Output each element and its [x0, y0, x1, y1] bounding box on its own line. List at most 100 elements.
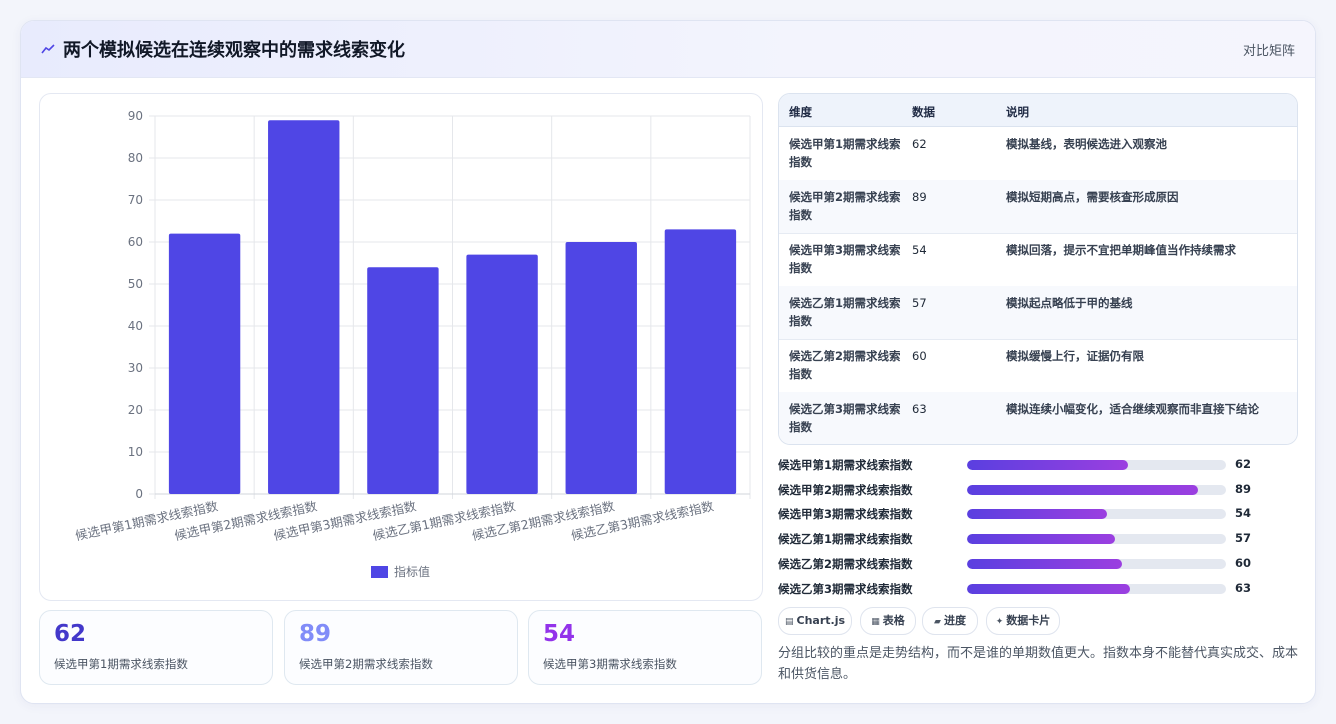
- main-card: 两个模拟候选在连续观察中的需求线索变化 对比矩阵 0 10 20 30 40 50 60 70…: [20, 20, 1316, 704]
- cell-description: 模拟短期高点，需要核查形成原因: [1006, 190, 1179, 204]
- stat-label: 候选甲第2期需求线索指数: [299, 657, 433, 671]
- stat-value: 89: [299, 621, 332, 647]
- sparkle-icon: ✦: [995, 617, 1004, 627]
- cell-description: 模拟连续小幅变化，适合继续观察而非直接下结论: [1006, 402, 1259, 416]
- y-tick-label: 50: [128, 277, 143, 291]
- legend-label: 指标值: [394, 564, 430, 579]
- column-header-description: 说明: [1006, 105, 1029, 119]
- y-tick-label: 90: [128, 109, 143, 123]
- table-row: 候选甲第1期需求线索指数 62 模拟基线，表明候选进入观察池: [779, 127, 1297, 181]
- progress-label: 候选乙第3期需求线索指数: [778, 582, 913, 596]
- progress-row: 候选甲第2期需求线索指数 89: [778, 480, 1298, 498]
- summary-note: 分组比较的重点是走势结构，而不是谁的单期数值更大。指数本身不能替代真实成交、成本…: [778, 646, 1299, 682]
- progress-fill: [967, 584, 1131, 594]
- y-tick-label: 30: [128, 361, 143, 375]
- progress-label: 候选乙第2期需求线索指数: [778, 557, 913, 571]
- y-tick-label: 10: [128, 445, 143, 459]
- cell-dimension: 候选乙第1期需求线索指数: [789, 296, 901, 328]
- cell-description: 模拟起点略低于甲的基线: [1006, 296, 1133, 310]
- progress-label: 候选甲第3期需求线索指数: [778, 507, 913, 521]
- bar: [168, 233, 241, 494]
- progress-track: [967, 509, 1226, 519]
- legend-swatch: [371, 566, 388, 578]
- progress-label: 候选甲第1期需求线索指数: [778, 458, 913, 472]
- chart-container: 0 10 20 30 40 50 60 70 80 90 候选甲第1期需求线索指数 候选甲第2期需求线…: [39, 93, 763, 601]
- cell-value: 63: [912, 402, 927, 416]
- table-row: 候选甲第2期需求线索指数 89 模拟短期高点，需要核查形成原因: [779, 180, 1297, 234]
- progress-row: 候选乙第1期需求线索指数 57: [778, 529, 1298, 547]
- bar: [664, 229, 737, 494]
- table-row: 候选乙第3期需求线索指数 63 模拟连续小幅变化，适合继续观察而非直接下结论: [779, 392, 1297, 444]
- view-tag: 对比矩阵: [1242, 44, 1295, 59]
- cell-value: 62: [912, 137, 927, 151]
- cell-dimension: 候选甲第3期需求线索指数: [789, 243, 901, 275]
- progress-track: [967, 460, 1226, 470]
- cell-value: 57: [912, 296, 927, 310]
- cell-dimension: 候选乙第3期需求线索指数: [789, 402, 901, 434]
- page-title: 两个模拟候选在连续观察中的需求线索变化: [63, 40, 405, 61]
- progress-icon: ▰: [934, 617, 941, 627]
- chip-progress[interactable]: ▰ 进度: [922, 607, 978, 635]
- progress-value: 62: [1235, 457, 1252, 471]
- data-table: 维度 数据 说明 候选甲第1期需求线索指数 62 模拟基线，表明候选进入观察池 …: [778, 93, 1298, 445]
- stat-value: 54: [543, 621, 576, 647]
- bar: [367, 267, 439, 494]
- stat-value: 62: [54, 621, 87, 647]
- progress-fill: [967, 509, 1107, 519]
- stat-card-3: 54 候选甲第3期需求线索指数: [528, 610, 762, 685]
- chip-table[interactable]: ▦ 表格: [860, 607, 916, 635]
- progress-track: [967, 485, 1226, 495]
- chip-data-cards[interactable]: ✦ 数据卡片: [986, 607, 1060, 635]
- table-icon: ▦: [871, 617, 880, 627]
- chip-chartjs[interactable]: ▤ Chart.js: [778, 607, 852, 635]
- card-header: 两个模拟候选在连续观察中的需求线索变化 对比矩阵: [21, 21, 1315, 78]
- chart-icon: ▤: [784, 617, 794, 627]
- bar-chart: 0102030405060708090候选甲第1期需求线索指数候选甲第2期需求线…: [74, 109, 751, 579]
- cell-description: 模拟缓慢上行，证据仍有限: [1006, 349, 1144, 363]
- bar: [268, 120, 340, 494]
- progress-row: 候选甲第1期需求线索指数 62: [778, 455, 1298, 473]
- table-header: 维度 数据 说明: [779, 94, 1297, 127]
- stat-label: 候选甲第1期需求线索指数: [54, 657, 188, 671]
- table-row: 候选乙第2期需求线索指数 60 模拟缓慢上行，证据仍有限: [779, 339, 1297, 393]
- progress-value: 89: [1235, 482, 1252, 496]
- progress-row: 候选乙第2期需求线索指数 60: [778, 554, 1298, 572]
- progress-fill: [967, 485, 1198, 495]
- progress-fill: [967, 559, 1123, 569]
- table-row: 候选甲第3期需求线索指数 54 模拟回落，提示不宜把单期峰值当作持续需求: [779, 233, 1297, 287]
- chip-label: 表格: [882, 614, 905, 627]
- cell-description: 模拟基线，表明候选进入观察池: [1006, 137, 1167, 151]
- progress-track: [967, 559, 1226, 569]
- progress-label: 候选甲第2期需求线索指数: [778, 483, 913, 497]
- trend-icon: [41, 44, 55, 54]
- progress-label: 候选乙第1期需求线索指数: [778, 532, 913, 546]
- progress-row: 候选乙第3期需求线索指数 63: [778, 579, 1298, 597]
- stat-label: 候选甲第3期需求线索指数: [543, 657, 677, 671]
- cell-value: 54: [912, 243, 927, 257]
- progress-value: 54: [1235, 506, 1252, 520]
- progress-fill: [967, 460, 1128, 470]
- progress-value: 57: [1235, 531, 1252, 545]
- chip-label: Chart.js: [796, 614, 846, 627]
- progress-value: 60: [1235, 556, 1252, 570]
- y-tick-label: 70: [128, 193, 143, 207]
- stat-card-2: 89 候选甲第2期需求线索指数: [284, 610, 518, 685]
- chip-label: 数据卡片: [1006, 614, 1051, 627]
- bar: [466, 254, 538, 494]
- y-tick-label: 40: [128, 319, 143, 333]
- stat-card-1: 62 候选甲第1期需求线索指数: [39, 610, 273, 685]
- cell-description: 模拟回落，提示不宜把单期峰值当作持续需求: [1006, 243, 1236, 257]
- cell-dimension: 候选甲第1期需求线索指数: [789, 137, 901, 169]
- cell-value: 60: [912, 349, 927, 363]
- chip-label: 进度: [943, 614, 966, 627]
- column-header-data: 数据: [912, 105, 935, 119]
- progress-track: [967, 584, 1226, 594]
- y-tick-label: 80: [128, 151, 143, 165]
- cell-value: 89: [912, 190, 927, 204]
- progress-track: [967, 534, 1226, 544]
- y-tick-label: 60: [128, 235, 143, 249]
- progress-row: 候选甲第3期需求线索指数 54: [778, 504, 1298, 522]
- table-row: 候选乙第1期需求线索指数 57 模拟起点略低于甲的基线: [779, 286, 1297, 340]
- column-header-dimension: 维度: [789, 105, 812, 119]
- cell-dimension: 候选甲第2期需求线索指数: [789, 190, 901, 222]
